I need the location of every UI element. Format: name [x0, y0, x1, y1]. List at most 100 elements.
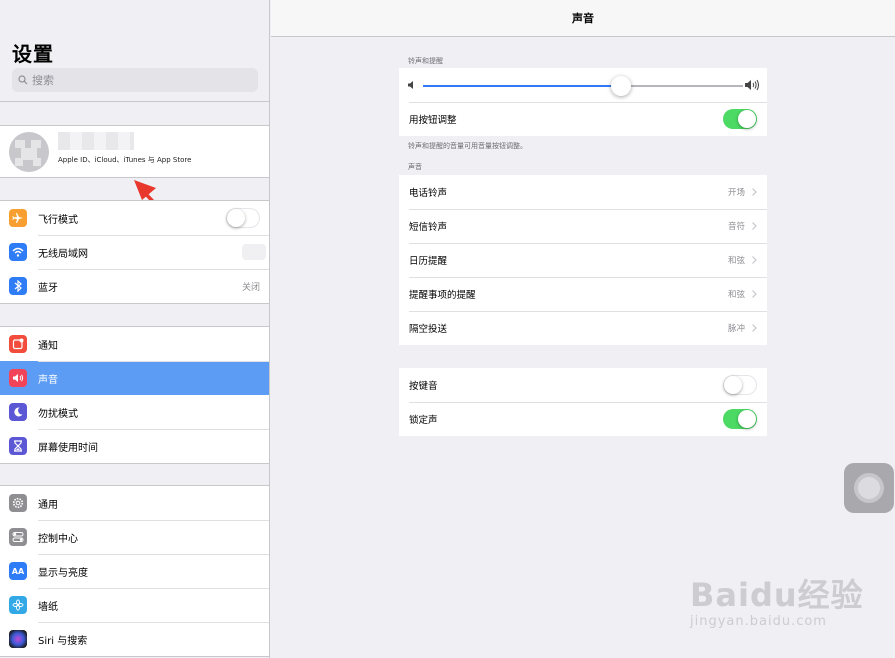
avatar: [9, 132, 49, 172]
ringer-card: 用按钮调整: [399, 68, 767, 136]
row-label: 锁定声: [409, 415, 438, 426]
ringer-section-label: 铃声和提醒: [408, 57, 443, 65]
profile-subtitle: Apple ID、iCloud、iTunes 与 App Store: [58, 156, 192, 164]
change-with-buttons-toggle[interactable]: [723, 109, 757, 129]
bluetooth-status: 关闭: [241, 282, 260, 293]
header-divider: [0, 101, 269, 102]
row-value: 音符: [727, 222, 745, 232]
sidebar-item-display-brightness[interactable]: AA 显示与亮度: [0, 554, 269, 588]
speaker-low-icon: [408, 81, 413, 89]
sidebar-item-airplane-mode[interactable]: 飞行模式: [0, 201, 269, 235]
sidebar-item-label: 控制中心: [38, 533, 78, 545]
sidebar-item-bluetooth[interactable]: 蓝牙 关闭: [0, 269, 269, 303]
sidebar-item-label: Siri 与搜索: [38, 635, 88, 647]
notifications-icon: [9, 335, 27, 353]
moon-icon: [9, 403, 27, 421]
lock-sound-row: 锁定声: [399, 402, 767, 436]
apple-id-profile-row[interactable]: Apple ID、iCloud、iTunes 与 App Store: [0, 125, 269, 178]
siri-icon: [9, 630, 27, 648]
speaker-high-icon: [745, 79, 759, 91]
airdrop-row[interactable]: 隔空投送 脉冲: [399, 311, 767, 345]
page-title: 声音: [572, 12, 594, 25]
reminder-alerts-row[interactable]: 提醒事项的提醒 和弦: [399, 277, 767, 311]
row-label: 短信铃声: [409, 222, 448, 233]
chevron-right-icon: [752, 256, 757, 264]
slider-thumb[interactable]: [611, 76, 632, 96]
sidebar-item-do-not-disturb[interactable]: 勿扰模式: [0, 395, 269, 429]
row-value: 开场: [727, 188, 745, 198]
airplane-mode-toggle[interactable]: [226, 208, 260, 228]
row-label: 提醒事项的提醒: [409, 290, 476, 301]
control-center-icon: [9, 528, 27, 546]
nav-bar: 声音: [271, 0, 895, 37]
volume-slider-row: [399, 68, 767, 102]
sidebar-item-label: 显示与亮度: [38, 567, 88, 579]
speaker-icon: [9, 369, 27, 387]
sidebar-item-notifications[interactable]: 通知: [0, 327, 269, 361]
sounds-detail-panel: 声音 铃声和提醒 用按钮调整 铃声和提醒的音量可用音量按钮调整。 声音 电话铃声…: [271, 0, 895, 658]
sidebar-item-label: 蓝牙: [38, 282, 58, 294]
sidebar-item-siri-search[interactable]: Siri 与搜索: [0, 622, 269, 656]
sounds-card: 电话铃声 开场 短信铃声 音符 日历提醒 和弦 提醒事项的提醒 和弦 隔空投送 …: [399, 175, 767, 345]
notifications-group: 通知 声音 勿扰模式 屏幕使用时间: [0, 326, 269, 464]
wifi-network-redacted: [242, 244, 266, 260]
change-with-buttons-row: 用按钮调整: [399, 102, 767, 136]
sidebar-item-label: 通用: [38, 499, 58, 511]
sidebar-item-label: 无线局域网: [38, 248, 88, 260]
connectivity-group: 飞行模式 无线局域网 蓝牙 关闭: [0, 200, 269, 304]
gear-icon: [9, 494, 27, 512]
row-label: 电话铃声: [409, 188, 448, 199]
sidebar-item-label: 勿扰模式: [38, 408, 78, 420]
chevron-right-icon: [752, 324, 757, 332]
bluetooth-icon: [9, 277, 27, 295]
settings-sidebar: 设置 搜索 Apple ID、iCloud、iTunes 与 App Store: [0, 0, 270, 658]
ringer-volume-slider[interactable]: [423, 76, 743, 96]
sidebar-item-label: 屏幕使用时间: [38, 442, 98, 454]
search-placeholder: 搜索: [32, 74, 54, 87]
keyboard-clicks-toggle[interactable]: [723, 375, 757, 395]
sidebar-item-sounds[interactable]: 声音: [0, 361, 269, 395]
text-tone-row[interactable]: 短信铃声 音符: [399, 209, 767, 243]
change-with-buttons-label: 用按钮调整: [409, 115, 457, 126]
sidebar-item-label: 墙纸: [38, 601, 58, 613]
ringtone-row[interactable]: 电话铃声 开场: [399, 175, 767, 209]
sidebar-item-label: 通知: [38, 340, 58, 352]
calendar-alerts-row[interactable]: 日历提醒 和弦: [399, 243, 767, 277]
row-label: 按键音: [409, 381, 438, 392]
wifi-icon: [9, 243, 27, 261]
chevron-right-icon: [752, 188, 757, 196]
display-aa-icon: AA: [9, 562, 27, 580]
airplane-icon: [9, 209, 27, 227]
sidebar-item-control-center[interactable]: 控制中心: [0, 520, 269, 554]
row-value: 和弦: [727, 256, 745, 266]
sidebar-item-screen-time[interactable]: 屏幕使用时间: [0, 429, 269, 463]
profile-name-redacted: [58, 132, 134, 150]
row-label: 隔空投送: [409, 324, 448, 335]
sidebar-title: 设置: [12, 42, 54, 66]
watermark-sub: jingyan.baidu.com: [690, 614, 827, 629]
sidebar-item-label: 声音: [38, 374, 58, 386]
keyboard-clicks-row: 按键音: [399, 368, 767, 402]
general-group: 通用 控制中心 AA 显示与亮度 墙纸 Siri 与搜索: [0, 485, 269, 657]
assistive-touch-button[interactable]: [844, 463, 894, 513]
sounds-section-label: 声音: [408, 163, 422, 171]
chevron-right-icon: [752, 290, 757, 298]
wallpaper-flower-icon: [9, 596, 27, 614]
search-icon: [18, 75, 28, 85]
sidebar-item-label: 飞行模式: [38, 214, 78, 226]
search-field[interactable]: 搜索: [12, 68, 258, 92]
row-label: 日历提醒: [409, 256, 448, 267]
clicks-card: 按键音 锁定声: [399, 368, 767, 436]
sidebar-item-wallpaper[interactable]: 墙纸: [0, 588, 269, 622]
sidebar-item-wifi[interactable]: 无线局域网: [0, 235, 269, 269]
chevron-right-icon: [752, 222, 757, 230]
hourglass-icon: [9, 437, 27, 455]
row-value: 脉冲: [727, 324, 745, 334]
slider-fill: [423, 85, 622, 87]
lock-sound-toggle[interactable]: [723, 409, 757, 429]
row-value: 和弦: [727, 290, 745, 300]
baidu-watermark: Baidu经验 jingyan.baidu.com: [690, 570, 864, 629]
sidebar-item-general[interactable]: 通用: [0, 486, 269, 520]
watermark-main: Baidu经验: [690, 576, 864, 614]
ringer-footer-note: 铃声和提醒的音量可用音量按钮调整。: [408, 142, 527, 150]
